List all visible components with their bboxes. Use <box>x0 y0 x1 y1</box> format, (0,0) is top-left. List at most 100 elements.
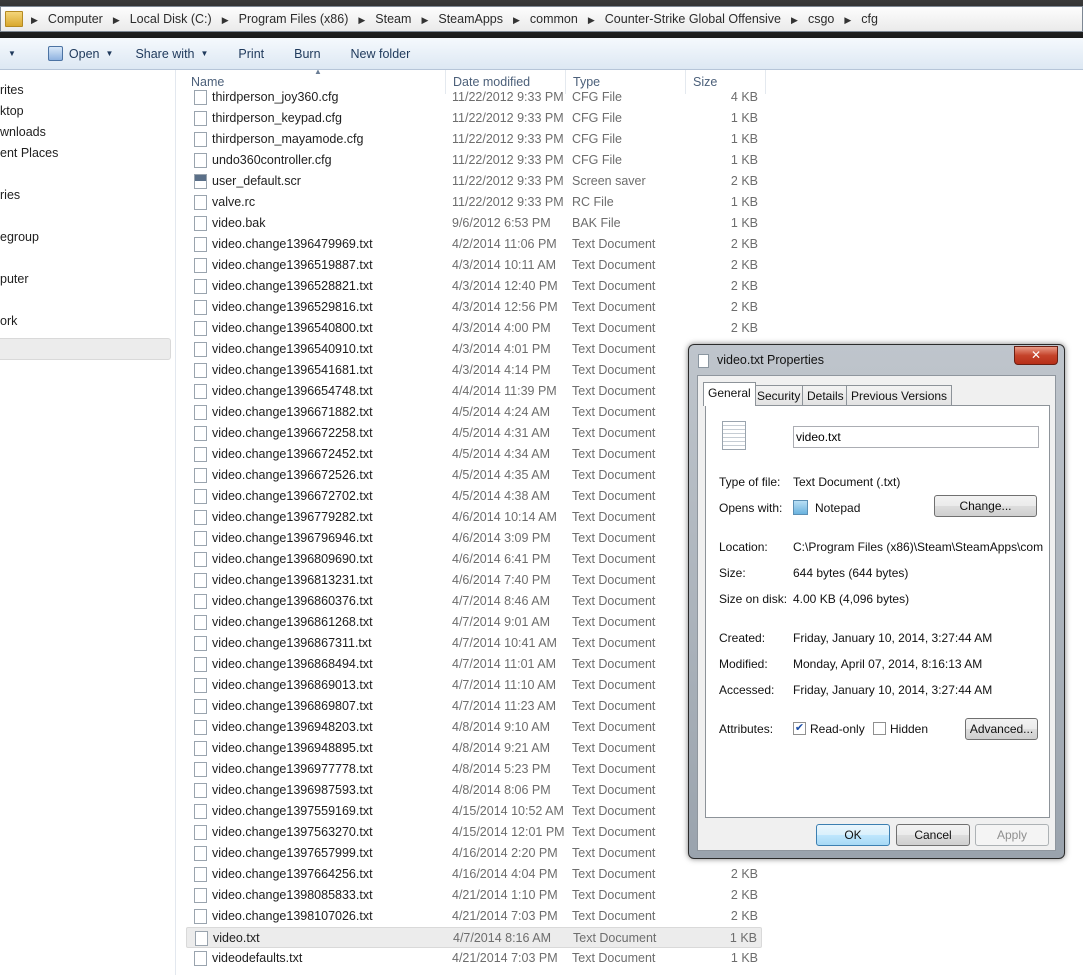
tab-previous-versions[interactable]: Previous Versions <box>846 385 953 405</box>
nav-item-libraries[interactable]: ries <box>0 188 20 202</box>
breadcrumb-item[interactable]: Program Files (x86) <box>235 12 353 26</box>
file-row[interactable]: video.change1397563270.txt 4/15/2014 12:0… <box>186 822 762 843</box>
file-row[interactable]: video.change1396529816.txt 4/3/2014 12:56… <box>186 297 762 318</box>
tab-general[interactable]: General <box>703 382 756 406</box>
file-row[interactable]: video.change1397559169.txt 4/15/2014 10:5… <box>186 801 762 822</box>
breadcrumb-item[interactable]: common <box>526 12 582 26</box>
file-row[interactable]: video.change1396860376.txt 4/7/2014 8:46 … <box>186 591 762 612</box>
open-button[interactable]: Open ▼ <box>36 38 126 69</box>
file-row[interactable]: user_default.scr 11/22/2012 9:33 PM Screen… <box>186 171 762 192</box>
file-row[interactable]: videodefaults.txt 4/21/2014 7:03 PM Text D… <box>186 948 762 969</box>
breadcrumb-separator-icon[interactable]: ▶ <box>25 15 44 25</box>
file-row[interactable]: video.change1396796946.txt 4/6/2014 3:09 … <box>186 528 762 549</box>
share-with-button[interactable]: Share with ▼ <box>125 38 220 69</box>
file-row[interactable]: thirdperson_mayamode.cfg 11/22/2012 9:33 … <box>186 129 762 150</box>
file-row[interactable]: video.change1396861268.txt 4/7/2014 9:01 … <box>186 612 762 633</box>
breadcrumb-separator-icon[interactable]: ▶ <box>216 15 235 25</box>
nav-item-downloads[interactable]: wnloads <box>0 125 46 139</box>
file-name: video.change1396479969.txt <box>212 237 373 251</box>
burn-button[interactable]: Burn <box>276 38 332 69</box>
modified-label: Modified: <box>719 657 768 671</box>
dialog-client: General Security Details Previous Versio… <box>697 375 1056 851</box>
change-button[interactable]: Change... <box>934 495 1037 517</box>
file-row[interactable]: video.change1396672258.txt 4/5/2014 4:31 … <box>186 423 762 444</box>
file-row[interactable]: undo360controller.cfg 11/22/2012 9:33 PM C… <box>186 150 762 171</box>
file-name: thirdperson_joy360.cfg <box>212 90 339 104</box>
nav-item-desktop[interactable]: ktop <box>0 104 24 118</box>
breadcrumb-item[interactable]: Counter-Strike Global Offensive <box>601 12 785 26</box>
file-row[interactable]: video.change1398107026.txt 4/21/2014 7:03… <box>186 906 762 927</box>
file-date: 11/22/2012 9:33 PM <box>452 111 564 125</box>
file-row[interactable]: video.change1396519887.txt 4/3/2014 10:11… <box>186 255 762 276</box>
file-row[interactable]: video.change1396479969.txt 4/2/2014 11:06… <box>186 234 762 255</box>
file-date: 4/7/2014 8:46 AM <box>452 594 550 608</box>
address-bar[interactable]: ▶ Computer ▶ Local Disk (C:) ▶ Program Files … <box>0 6 1083 32</box>
file-row[interactable]: video.change1396948203.txt 4/8/2014 9:10 … <box>186 717 762 738</box>
breadcrumb-item[interactable]: Local Disk (C:) <box>126 12 216 26</box>
file-row[interactable]: video.change1396540910.txt 4/3/2014 4:01 … <box>186 339 762 360</box>
advanced-button[interactable]: Advanced... <box>965 718 1038 740</box>
size-on-disk-label: Size on disk: <box>719 592 788 606</box>
file-row[interactable]: video.change1396654748.txt 4/4/2014 11:39… <box>186 381 762 402</box>
breadcrumb-separator-icon[interactable]: ▶ <box>415 15 434 25</box>
file-name: undo360controller.cfg <box>212 153 332 167</box>
file-row[interactable]: video.change1396779282.txt 4/6/2014 10:14… <box>186 507 762 528</box>
file-row[interactable]: video.change1396987593.txt 4/8/2014 8:06 … <box>186 780 762 801</box>
nav-item-homegroup[interactable]: egroup <box>0 230 39 244</box>
file-date: 4/6/2014 7:40 PM <box>452 573 551 587</box>
file-row[interactable]: video.change1396672526.txt 4/5/2014 4:35 … <box>186 465 762 486</box>
ok-button[interactable]: OK <box>816 824 890 846</box>
file-row[interactable]: video.change1396671882.txt 4/5/2014 4:24 … <box>186 402 762 423</box>
nav-item-network[interactable]: ork <box>0 314 17 328</box>
print-button[interactable]: Print <box>220 38 276 69</box>
file-row[interactable]: video.change1396948895.txt 4/8/2014 9:21 … <box>186 738 762 759</box>
file-row[interactable]: video.change1397657999.txt 4/16/2014 2:20… <box>186 843 762 864</box>
close-button[interactable]: ✕ <box>1014 346 1058 365</box>
file-row[interactable]: video.change1396541681.txt 4/3/2014 4:14 … <box>186 360 762 381</box>
apply-button[interactable]: Apply <box>975 824 1049 846</box>
breadcrumb-item[interactable]: Steam <box>371 12 415 26</box>
breadcrumb-separator-icon[interactable]: ▶ <box>582 15 601 25</box>
tab-details[interactable]: Details <box>802 385 849 405</box>
file-type: CFG File <box>572 132 622 146</box>
file-row[interactable]: video.change1396809690.txt 4/6/2014 6:41 … <box>186 549 762 570</box>
file-name-input[interactable] <box>793 426 1039 448</box>
file-row[interactable]: video.change1398085833.txt 4/21/2014 1:10… <box>186 885 762 906</box>
breadcrumb-separator-icon[interactable]: ▶ <box>107 15 126 25</box>
file-row[interactable]: video.change1396868494.txt 4/7/2014 11:01… <box>186 654 762 675</box>
file-row[interactable]: video.txt 4/7/2014 8:16 AM Text Document 1 … <box>186 927 762 948</box>
file-row[interactable]: thirdperson_keypad.cfg 11/22/2012 9:33 PM… <box>186 108 762 129</box>
tab-security[interactable]: Security <box>752 385 806 405</box>
file-row[interactable]: video.change1396869013.txt 4/7/2014 11:10… <box>186 675 762 696</box>
readonly-checkbox[interactable]: ✔ <box>793 722 806 735</box>
file-row[interactable]: video.change1396813231.txt 4/6/2014 7:40 … <box>186 570 762 591</box>
file-icon <box>194 363 207 378</box>
file-row[interactable]: video.change1396867311.txt 4/7/2014 10:41… <box>186 633 762 654</box>
breadcrumb-separator-icon[interactable]: ▶ <box>507 15 526 25</box>
file-row[interactable]: video.change1396540800.txt 4/3/2014 4:00 … <box>186 318 762 339</box>
breadcrumb-item[interactable]: cfg <box>857 12 882 26</box>
file-row[interactable]: video.change1396869807.txt 4/7/2014 11:23… <box>186 696 762 717</box>
breadcrumb-separator-icon[interactable]: ▶ <box>352 15 371 25</box>
file-row[interactable]: video.change1396528821.txt 4/3/2014 12:40… <box>186 276 762 297</box>
file-row[interactable]: video.change1397664256.txt 4/16/2014 4:04… <box>186 864 762 885</box>
dialog-titlebar[interactable]: video.txt Properties ✕ <box>689 345 1064 375</box>
breadcrumb-item[interactable]: Computer <box>44 12 107 26</box>
file-row[interactable]: video.change1396672452.txt 4/5/2014 4:34 … <box>186 444 762 465</box>
organize-button[interactable]: ▼ <box>0 38 36 69</box>
file-row[interactable]: video.change1396977778.txt 4/8/2014 5:23 … <box>186 759 762 780</box>
breadcrumb-separator-icon[interactable]: ▶ <box>785 15 804 25</box>
nav-item-computer[interactable]: puter <box>0 272 29 286</box>
breadcrumb-separator-icon[interactable]: ▶ <box>838 15 857 25</box>
hidden-checkbox[interactable] <box>873 722 886 735</box>
file-row[interactable]: thirdperson_joy360.cfg 11/22/2012 9:33 PM… <box>186 87 762 108</box>
nav-item-recent-places[interactable]: ent Places <box>0 146 58 160</box>
new-folder-button[interactable]: New folder <box>333 38 423 69</box>
breadcrumb-item[interactable]: SteamApps <box>434 12 507 26</box>
cancel-button[interactable]: Cancel <box>896 824 970 846</box>
breadcrumb-item[interactable]: csgo <box>804 12 838 26</box>
file-row[interactable]: video.change1396672702.txt 4/5/2014 4:38 … <box>186 486 762 507</box>
file-row[interactable]: video.bak 9/6/2012 6:53 PM BAK File 1 KB <box>186 213 762 234</box>
file-row[interactable]: valve.rc 11/22/2012 9:33 PM RC File 1 KB <box>186 192 762 213</box>
nav-item-favorites[interactable]: rites <box>0 83 24 97</box>
